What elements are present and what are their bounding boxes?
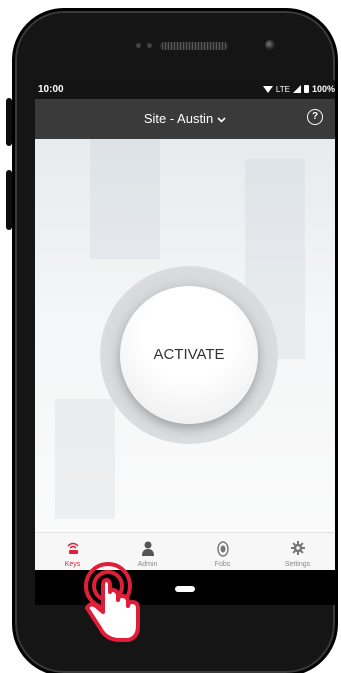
signal-icon: [292, 85, 301, 93]
app-header: Site - Austin ?: [35, 99, 335, 139]
sensor-dot: [136, 43, 141, 48]
site-selector[interactable]: Site - Austin: [35, 111, 335, 126]
tab-label: Fobs: [214, 561, 231, 568]
front-camera: [265, 40, 275, 50]
tap-gesture-hand-icon: [70, 560, 150, 655]
wifi-icon: [262, 85, 273, 93]
background-decoration: [90, 139, 160, 259]
tab-settings[interactable]: Settings: [260, 533, 335, 571]
background-decoration: [55, 399, 115, 519]
battery-icon: [303, 85, 309, 93]
home-button[interactable]: [175, 586, 195, 592]
status-time: 10:00: [38, 84, 64, 95]
network-type: LTE: [275, 84, 290, 94]
status-bar: 10:00 LTE 100%: [35, 80, 335, 99]
chevron-down-icon: [217, 115, 226, 126]
tab-label: Settings: [284, 561, 311, 568]
gear-icon: [290, 541, 305, 560]
speaker-grille: [160, 42, 228, 50]
status-icons: LTE 100%: [262, 84, 335, 94]
sensor-dot: [147, 43, 152, 48]
battery-level: 100%: [311, 84, 335, 94]
keys-wireless-icon: [65, 541, 81, 560]
phone-screen: 10:00 LTE 100% Site - Austin ? ACTIVATE: [35, 80, 335, 605]
site-label: Site - Austin: [143, 111, 214, 126]
power-button: [6, 170, 12, 230]
main-content: ACTIVATE: [35, 139, 335, 532]
help-icon[interactable]: ?: [307, 109, 323, 125]
activate-button[interactable]: ACTIVATE: [120, 286, 258, 424]
tab-fobs[interactable]: Fobs: [185, 533, 260, 571]
admin-person-icon: [141, 541, 155, 562]
fob-icon: [216, 541, 229, 562]
volume-button: [6, 98, 12, 146]
